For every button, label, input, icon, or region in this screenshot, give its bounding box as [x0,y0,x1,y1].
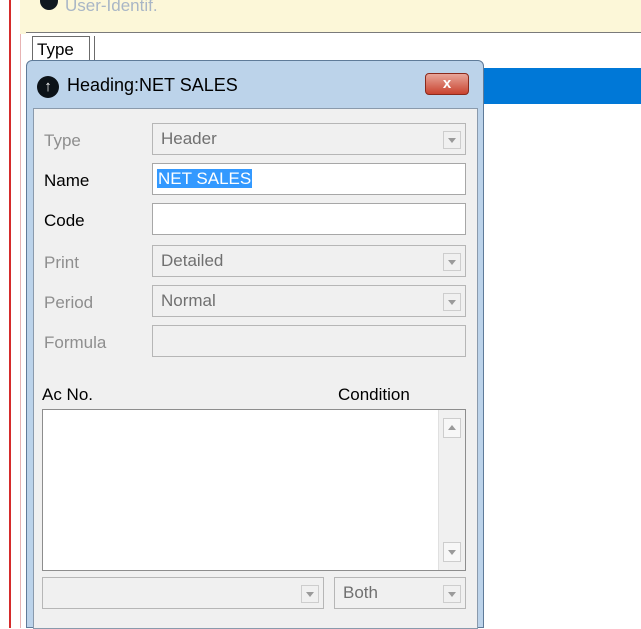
chevron-down-icon[interactable] [443,293,461,311]
condition-column-header: Condition [338,385,410,404]
condition-combo[interactable]: Both [334,577,466,609]
code-input[interactable] [152,203,466,235]
chevron-down-icon[interactable] [443,585,461,603]
print-dropdown[interactable]: Detailed [152,245,466,277]
type-label: Type [44,131,81,150]
type-dropdown[interactable]: Header [152,123,466,155]
vertical-scrollbar[interactable] [438,410,465,570]
info-icon: ↑ [37,76,59,98]
app-icon [40,0,58,10]
period-dropdown[interactable]: Normal [152,285,466,317]
dialog-panel: Type Header Name NET SALES Code Print De… [33,108,478,629]
scroll-down-icon[interactable] [443,542,461,562]
type-value: Header [161,129,217,148]
background-window-title: User-Identif. [65,0,158,15]
scroll-up-icon[interactable] [443,418,461,438]
print-label: Print [44,253,79,272]
print-value: Detailed [161,251,224,270]
name-value: NET SALES [157,169,253,188]
background-title-bar: User-Identif. [20,0,641,34]
grid-selected-row[interactable] [484,68,641,104]
chevron-down-icon[interactable] [301,585,319,603]
account-combo[interactable] [42,577,324,609]
name-label: Name [44,171,90,190]
background-window-red-edge [9,0,11,628]
dialog-title-bar[interactable]: ↑ Heading:NET SALES x [27,61,483,105]
code-label: Code [44,211,85,230]
period-value: Normal [161,291,216,310]
period-label: Period [44,293,94,312]
dialog-title: Heading:NET SALES [67,75,238,95]
name-input[interactable]: NET SALES [152,163,466,195]
formula-label: Formula [44,333,107,352]
formula-input[interactable] [152,325,466,357]
close-button[interactable]: x [425,73,469,95]
chevron-down-icon[interactable] [443,253,461,271]
account-list[interactable] [42,409,466,571]
heading-dialog: ↑ Heading:NET SALES x Type Header Name N… [26,60,484,629]
condition-combo-value: Both [343,583,378,602]
chevron-down-icon[interactable] [443,131,461,149]
close-icon: x [442,75,452,92]
acno-column-header: Ac No. [42,385,94,404]
grid-column-header-type[interactable]: Type [32,36,90,62]
